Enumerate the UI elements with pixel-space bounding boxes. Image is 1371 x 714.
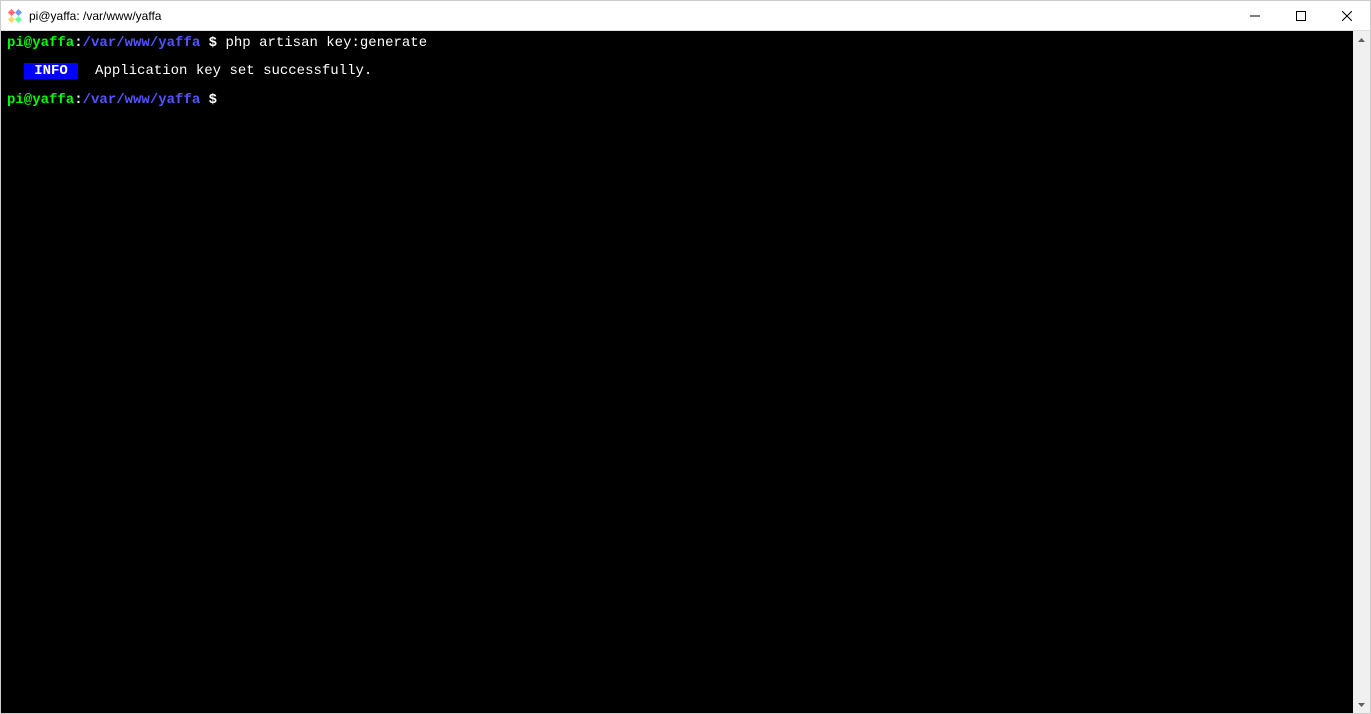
terminal-content[interactable]: pi@yaffa:/var/www/yaffa $ php artisan ke… bbox=[1, 31, 1353, 713]
minimize-button[interactable] bbox=[1232, 1, 1278, 30]
prompt-path: /var/www/yaffa bbox=[83, 92, 201, 108]
terminal-line-2: pi@yaffa:/var/www/yaffa $ bbox=[7, 90, 1347, 110]
prompt-path: /var/www/yaffa bbox=[83, 35, 201, 51]
command-text: php artisan key:generate bbox=[225, 35, 427, 51]
prompt-user: pi@yaffa bbox=[7, 92, 74, 108]
prompt-colon: : bbox=[74, 35, 82, 51]
scroll-down-arrow[interactable] bbox=[1353, 696, 1370, 713]
terminal-line-1: pi@yaffa:/var/www/yaffa $ php artisan ke… bbox=[7, 33, 1347, 53]
window-controls bbox=[1232, 1, 1370, 30]
terminal[interactable]: pi@yaffa:/var/www/yaffa $ php artisan ke… bbox=[1, 31, 1370, 713]
output-message: Application key set successfully. bbox=[78, 63, 372, 79]
output-indent bbox=[7, 63, 24, 79]
close-button[interactable] bbox=[1324, 1, 1370, 30]
app-icon bbox=[7, 8, 23, 24]
window-title: pi@yaffa: /var/www/yaffa bbox=[29, 9, 161, 23]
terminal-output-line: INFO Application key set successfully. bbox=[7, 61, 1347, 81]
prompt-colon: : bbox=[74, 92, 82, 108]
prompt-dollar: $ bbox=[200, 92, 225, 108]
prompt-dollar: $ bbox=[200, 35, 225, 51]
scroll-track[interactable] bbox=[1353, 48, 1370, 696]
titlebar: pi@yaffa: /var/www/yaffa bbox=[1, 1, 1370, 31]
maximize-button[interactable] bbox=[1278, 1, 1324, 30]
info-badge: INFO bbox=[24, 63, 78, 79]
titlebar-left: pi@yaffa: /var/www/yaffa bbox=[7, 8, 161, 24]
scroll-up-arrow[interactable] bbox=[1353, 31, 1370, 48]
scrollbar[interactable] bbox=[1353, 31, 1370, 713]
prompt-user: pi@yaffa bbox=[7, 35, 74, 51]
info-badge-text: INFO bbox=[34, 63, 68, 79]
